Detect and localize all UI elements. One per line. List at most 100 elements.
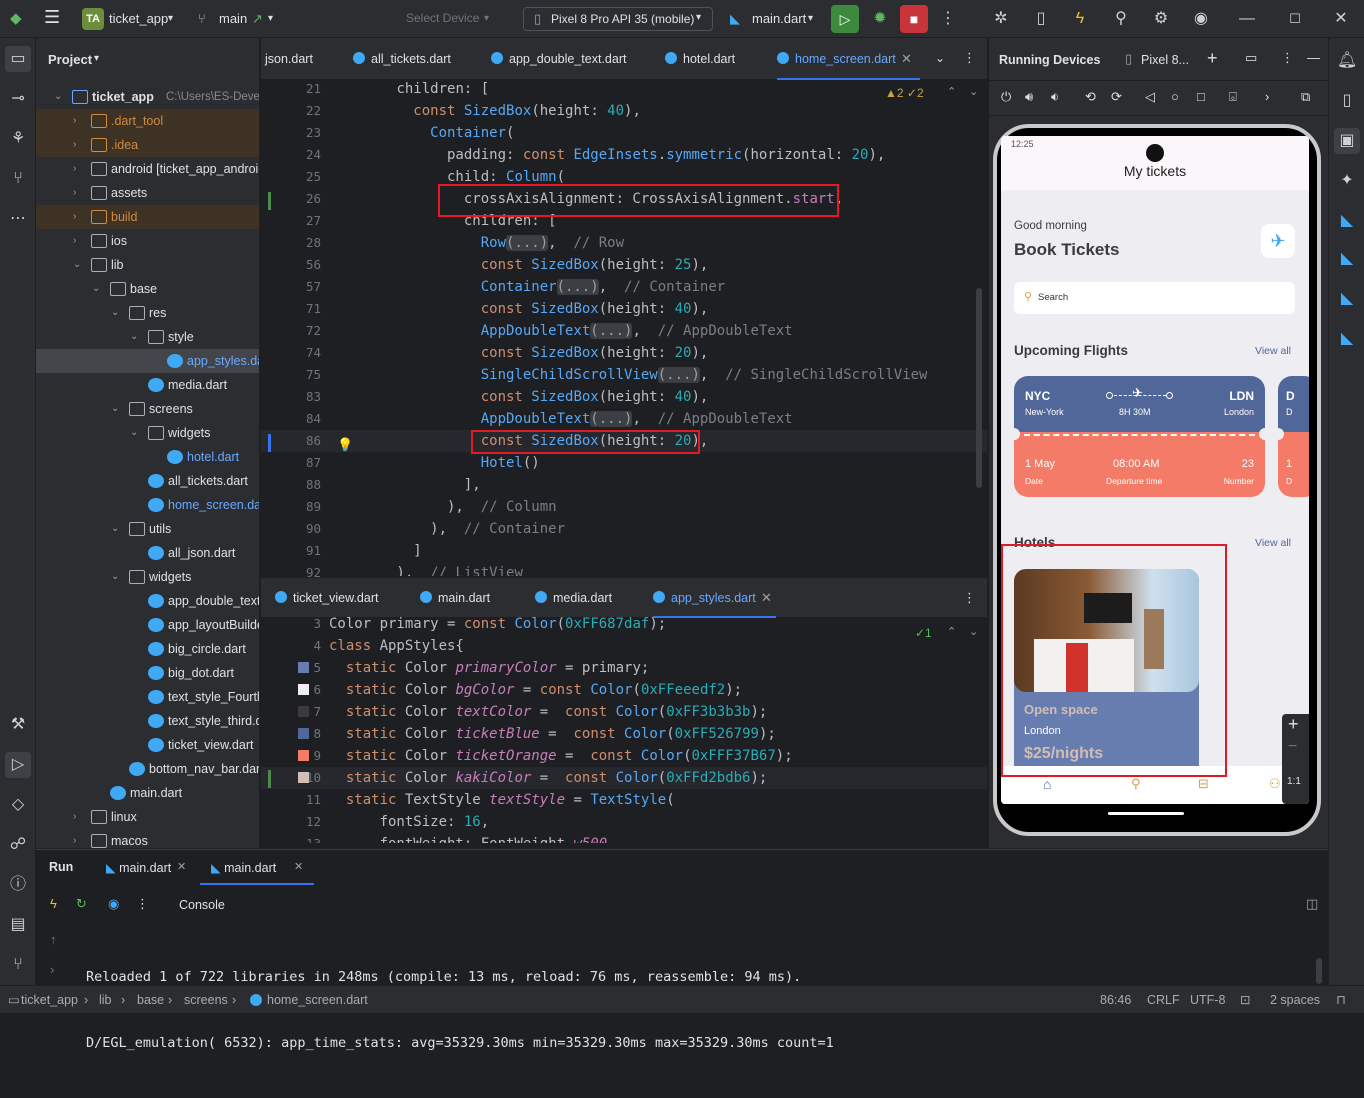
flutter-inspector-icon[interactable]: ◣ xyxy=(1334,208,1360,234)
tree-item[interactable]: app_styles.dart xyxy=(36,349,259,373)
tree-item[interactable]: › linux xyxy=(36,805,259,829)
logcat-icon[interactable]: ☍ xyxy=(5,832,31,858)
rotate-left-icon[interactable]: ⟲ xyxy=(1085,89,1096,105)
code-line[interactable]: static Color kakiColor = const Color(0xF… xyxy=(329,767,793,789)
chevron-right-icon[interactable]: › xyxy=(73,805,85,829)
chevron-right-icon[interactable]: › xyxy=(73,157,85,181)
tree-item[interactable]: big_dot.dart xyxy=(36,661,259,685)
project-badge[interactable]: TA xyxy=(82,8,104,30)
tree-item[interactable]: ⌄ lib xyxy=(36,253,259,277)
zoom-in-icon[interactable]: + xyxy=(1288,714,1299,735)
chevron-down-icon[interactable]: ⌄ xyxy=(54,85,66,109)
project-folder-icon[interactable]: ▭ xyxy=(5,46,31,72)
structure-icon[interactable]: ⚘ xyxy=(5,126,31,152)
chevron-down-icon[interactable]: ▾ xyxy=(484,13,489,24)
tree-item[interactable]: big_circle.dart xyxy=(36,637,259,661)
chevron-down-icon[interactable]: ▾ xyxy=(168,13,173,24)
code-line[interactable]: const SizedBox(height: 40), xyxy=(329,298,927,320)
chevron-down-icon[interactable]: ▾ xyxy=(808,13,813,24)
more-tools-icon[interactable]: ⋯ xyxy=(5,206,31,232)
build-icon[interactable]: ⚒ xyxy=(5,712,31,738)
screen-record-icon[interactable]: ⧉ xyxy=(1301,89,1310,105)
code-line[interactable]: ] xyxy=(329,540,927,562)
device-manager-icon[interactable]: ▯ xyxy=(1334,88,1360,114)
code-line[interactable]: Hotel() xyxy=(329,452,927,474)
more-icon[interactable]: ⋮ xyxy=(1281,50,1294,66)
camera-icon[interactable]: ⌻ xyxy=(1229,89,1237,105)
project-name[interactable]: ticket_app xyxy=(109,11,168,26)
chevron-down-icon[interactable]: ⌄ xyxy=(92,277,104,301)
chevron-down-icon[interactable]: ⌄ xyxy=(111,397,123,421)
code-line[interactable]: static TextStyle textStyle = TextStyle( xyxy=(329,789,793,811)
tree-item[interactable]: hotel.dart xyxy=(36,445,259,469)
layout-icon[interactable]: ◫ xyxy=(1306,896,1318,912)
running-devices-icon[interactable]: ▣ xyxy=(1334,128,1360,154)
run-tool-icon[interactable]: ▷ xyxy=(5,752,31,778)
tree-item[interactable]: ⌄ style xyxy=(36,325,259,349)
more-icon[interactable]: ⋮ xyxy=(963,50,976,66)
tree-item[interactable]: › build xyxy=(36,205,259,229)
tree-item[interactable]: text_style_Fourth.dart xyxy=(36,685,259,709)
chevron-down-icon[interactable]: ⌄ xyxy=(969,625,978,638)
volume-down-icon[interactable]: 🔉︎ xyxy=(1051,89,1059,105)
stop-button[interactable]: ■ xyxy=(900,5,928,33)
chevron-down-icon[interactable]: ⌄ xyxy=(111,301,123,325)
search-field[interactable]: ⚲ Search xyxy=(1014,282,1295,314)
chevron-right-icon[interactable]: › xyxy=(73,229,85,253)
maximize-icon[interactable]: ☐ xyxy=(1284,8,1306,30)
add-icon[interactable]: + xyxy=(1207,48,1218,69)
indent[interactable]: 2 spaces xyxy=(1270,993,1320,1007)
line-separator[interactable]: CRLF xyxy=(1147,993,1180,1007)
device-manager-icon[interactable]: ✲ xyxy=(990,8,1012,30)
chevron-right-icon[interactable]: › xyxy=(73,829,85,848)
hot-reload-icon[interactable]: ϟ xyxy=(50,896,57,911)
code-line[interactable]: const SizedBox(height: 40), xyxy=(329,100,927,122)
tab-app-double-text[interactable]: app_double_text.dart xyxy=(491,38,626,80)
chevron-down-icon[interactable]: ⌄ xyxy=(969,85,978,98)
ticket-card[interactable]: NYC New-York ✈ 8H 30M LDN London 1 May D… xyxy=(1014,376,1265,497)
tree-item[interactable]: › assets xyxy=(36,181,259,205)
code-line[interactable]: const SizedBox(height: 20), xyxy=(329,342,927,364)
code-line[interactable]: static Color textColor = const Color(0xF… xyxy=(329,701,793,723)
person-icon[interactable]: ⚇ xyxy=(1269,776,1281,792)
tree-item[interactable]: ticket_view.dart xyxy=(36,733,259,757)
tab-home-screen[interactable]: home_screen.dart xyxy=(777,38,920,80)
lightbulb-icon[interactable]: 💡 xyxy=(337,437,353,453)
chevron-right-icon[interactable]: › xyxy=(73,109,85,133)
breadcrumb-screens[interactable]: screens xyxy=(184,993,228,1007)
code-line[interactable]: ], xyxy=(329,474,927,496)
devtools-icon[interactable]: ◉ xyxy=(108,896,119,912)
code-line[interactable]: static Color primaryColor = primary; xyxy=(329,657,793,679)
search-icon[interactable]: ⚲ xyxy=(1110,8,1132,30)
tab-json[interactable]: json.dart xyxy=(265,38,313,80)
tree-item[interactable]: ⌄ ticket_app C:\Users\ES-Devel xyxy=(36,85,259,109)
tree-item[interactable]: › .dart_tool xyxy=(36,109,259,133)
breadcrumb-file[interactable]: home_screen.dart xyxy=(267,993,368,1007)
minimize-icon[interactable]: — xyxy=(1236,8,1258,30)
chevron-down-icon[interactable]: ▾ xyxy=(268,13,273,24)
zoom-actual[interactable]: 1:1 xyxy=(1287,776,1301,787)
code-line[interactable]: static Color ticketOrange = const Color(… xyxy=(329,745,793,767)
code-line[interactable]: Container( xyxy=(329,122,927,144)
breadcrumb-base[interactable]: base xyxy=(137,993,164,1007)
tab-close-icon[interactable]: ✕ xyxy=(294,860,303,873)
tab-all-tickets[interactable]: all_tickets.dart xyxy=(353,38,451,80)
run-tab-1[interactable]: ◣ main.dart xyxy=(106,860,171,875)
ticket-icon[interactable]: ⊟ xyxy=(1198,776,1209,792)
ticket-card[interactable]: D D 1 D xyxy=(1278,376,1309,497)
flutter-performance-icon[interactable]: ◣ xyxy=(1334,246,1360,272)
main-menu-icon[interactable]: ☰ xyxy=(44,7,60,28)
breadcrumb-project[interactable]: ticket_app xyxy=(21,993,78,1007)
home-icon[interactable]: ○ xyxy=(1171,89,1179,104)
overview-icon[interactable]: □ xyxy=(1197,89,1205,104)
power-icon[interactable]: ⏻ xyxy=(1001,89,1011,105)
tab-hotel[interactable]: hotel.dart xyxy=(665,38,735,80)
code-line[interactable]: ), // Column xyxy=(329,496,927,518)
home-icon[interactable]: ⌂ xyxy=(1043,776,1051,792)
code-line[interactable]: const SizedBox(height: 25), xyxy=(329,254,927,276)
code-line[interactable]: ), // ListView xyxy=(329,562,927,576)
tab-main[interactable]: main.dart xyxy=(420,578,490,618)
device-mirror-icon[interactable]: ▯ xyxy=(1030,8,1052,30)
tab-ticket-view[interactable]: ticket_view.dart xyxy=(275,578,378,618)
code-line[interactable]: fontSize: 16, xyxy=(329,811,793,833)
